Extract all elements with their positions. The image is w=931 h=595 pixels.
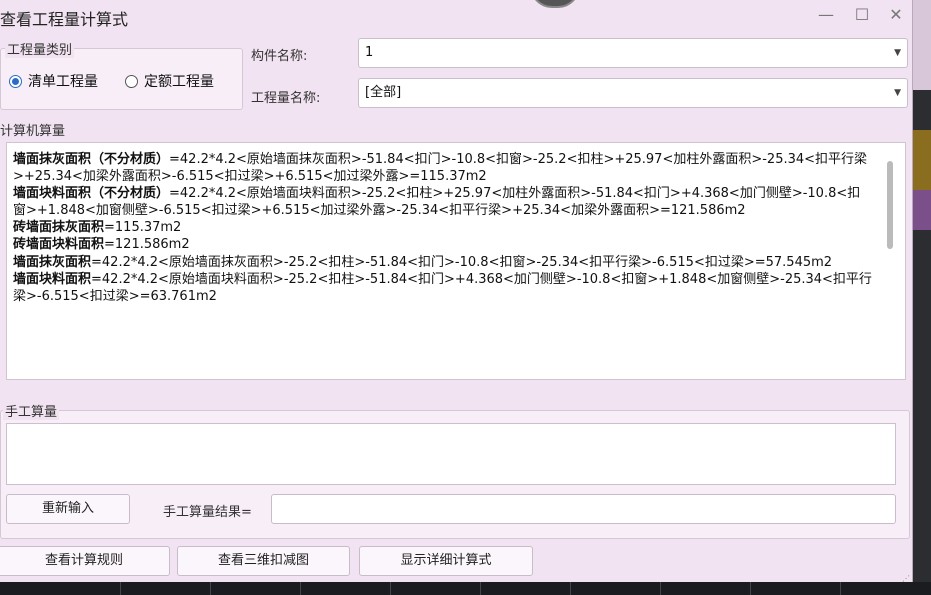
quantity-category-group: 工程量类别 清单工程量 定额工程量: [0, 39, 243, 110]
manual-result-label: 手工算量结果=: [163, 505, 252, 520]
component-name-select[interactable]: 1 ▼: [358, 38, 908, 68]
group-label: 工程量类别: [5, 39, 75, 58]
calc-formula-text: 墙面抹灰面积（不分材质）=42.2*4.2<原始墙面抹灰面积>-51.84<扣门…: [13, 151, 873, 305]
grid-line: [660, 582, 661, 595]
background-grid-strip: [0, 582, 931, 595]
select-value: 1: [365, 45, 374, 60]
view-3d-button[interactable]: 查看三维扣减图: [177, 546, 350, 576]
chevron-down-icon: ▼: [894, 48, 901, 58]
resize-grip-icon[interactable]: ⋰: [902, 574, 910, 583]
reenter-button[interactable]: 重新输入: [6, 494, 130, 524]
calc-line: 墙面块料面积（不分材质）=42.2*4.2<原始墙面块料面积>-25.2<扣柱>…: [13, 185, 873, 219]
quantity-name-label: 工程量名称:: [251, 91, 321, 106]
title-bar[interactable]: 查看工程量计算式 — ☐ ✕: [0, 0, 912, 32]
calc-line-name: 墙面块料面积: [13, 271, 92, 287]
calc-line-name: 砖墙面块料面积: [13, 237, 105, 253]
manual-calc-textarea[interactable]: [6, 423, 896, 485]
radio-unselected-icon: [125, 74, 138, 88]
maximize-icon[interactable]: ☐: [850, 4, 874, 26]
calc-line-formula: =42.2*4.2<原始墙面块料面积>-25.2<扣柱>-51.84<扣门>+4…: [13, 271, 872, 304]
background-panel: [912, 190, 931, 230]
calc-line-name: 砖墙面抹灰面积: [13, 220, 105, 236]
calc-line-formula: =121.586m2: [104, 237, 190, 253]
calc-line-name: 墙面抹灰面积: [13, 254, 92, 270]
calc-line: 砖墙面块料面积=121.586m2: [13, 236, 873, 253]
calc-line: 墙面抹灰面积（不分材质）=42.2*4.2<原始墙面抹灰面积>-51.84<扣门…: [13, 151, 873, 185]
vertical-scrollbar[interactable]: [887, 161, 893, 249]
calc-line-name: 墙面块料面积（不分材质）: [13, 186, 170, 202]
calc-line-name: 墙面抹灰面积（不分材质）: [13, 152, 170, 167]
manual-result-input[interactable]: [271, 494, 896, 524]
background-panel: [912, 130, 931, 190]
calc-line: 墙面块料面积=42.2*4.2<原始墙面块料面积>-25.2<扣柱>-51.84…: [13, 271, 873, 305]
computer-calc-label: 计算机算量: [0, 124, 66, 139]
grid-line: [120, 582, 121, 595]
radio-selected-icon: [9, 74, 22, 88]
camera-overlay-icon: [530, 0, 580, 8]
chevron-down-icon: ▼: [894, 88, 901, 98]
select-value: [全部]: [365, 85, 402, 100]
computer-calc-textbox[interactable]: 墙面抹灰面积（不分材质）=42.2*4.2<原始墙面抹灰面积>-51.84<扣门…: [6, 142, 906, 380]
close-icon[interactable]: ✕: [884, 4, 908, 26]
grid-line: [390, 582, 391, 595]
background-panel: [912, 0, 931, 90]
calc-line-formula: =42.2*4.2<原始墙面抹灰面积>-25.2<扣柱>-51.84<扣门>-1…: [91, 254, 833, 270]
calc-line: 墙面抹灰面积=42.2*4.2<原始墙面抹灰面积>-25.2<扣柱>-51.84…: [13, 254, 873, 271]
view-rules-button[interactable]: 查看计算规则: [0, 546, 170, 576]
window-title: 查看工程量计算式: [0, 10, 129, 29]
calc-line-formula: =115.37m2: [104, 220, 182, 236]
grid-line: [750, 582, 751, 595]
radio-label: 定额工程量: [144, 74, 214, 90]
quantity-name-select[interactable]: [全部] ▼: [358, 78, 908, 108]
grid-line: [300, 582, 301, 595]
radio-label: 清单工程量: [28, 74, 98, 90]
group-label: 手工算量: [3, 401, 60, 420]
radio-bill-quantity[interactable]: 清单工程量: [9, 71, 98, 91]
radio-quota-quantity[interactable]: 定额工程量: [125, 71, 214, 91]
grid-line: [570, 582, 571, 595]
minimize-icon[interactable]: —: [814, 4, 838, 26]
grid-line: [840, 582, 841, 595]
background-app-strip: [912, 0, 931, 595]
show-detail-button[interactable]: 显示详细计算式: [359, 546, 533, 576]
grid-line: [210, 582, 211, 595]
calc-line: 砖墙面抹灰面积=115.37m2: [13, 219, 873, 236]
dialog-window: 查看工程量计算式 — ☐ ✕ 工程量类别 清单工程量 定额工程量 构件名称: 1…: [0, 0, 913, 583]
component-name-label: 构件名称:: [251, 49, 308, 64]
grid-line: [480, 582, 481, 595]
